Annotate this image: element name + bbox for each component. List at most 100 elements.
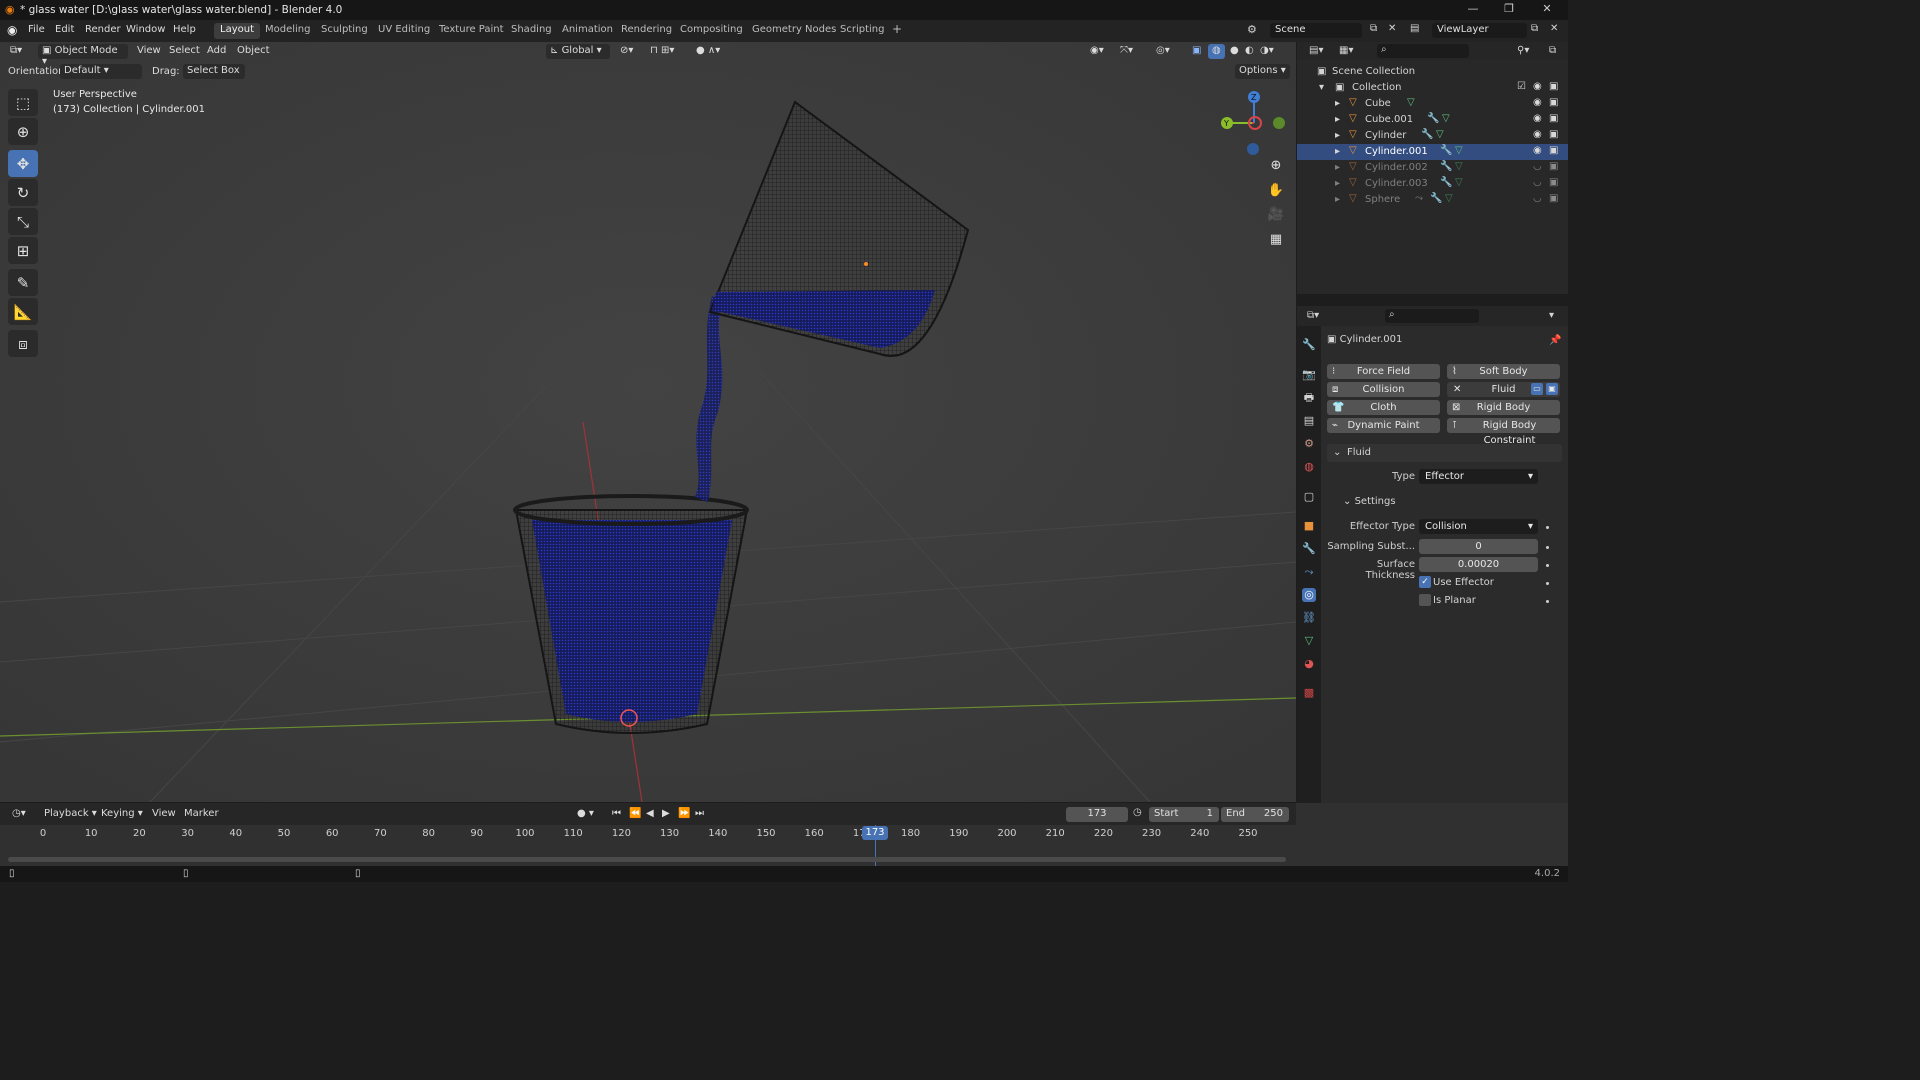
outliner-scene-collection[interactable]: ▣ Scene Collection — [1297, 64, 1568, 80]
dynamic-paint-button[interactable]: ⌁ Dynamic Paint — [1327, 418, 1440, 433]
menu-file[interactable]: File — [28, 24, 45, 35]
data-tab-icon[interactable]: ▽ — [1302, 634, 1316, 648]
add-cube-icon[interactable]: ⧈ — [8, 330, 38, 357]
viewport-toggle-icon[interactable]: ▭ — [1531, 383, 1543, 395]
tab-scripting[interactable]: Scripting — [834, 23, 890, 39]
outliner-collection[interactable]: ▾ ▣ Collection ☑ ◉ ▣ — [1297, 80, 1568, 96]
blender-menu-icon[interactable]: ◉ — [7, 23, 17, 37]
3d-viewport[interactable]: ⧉▾ ▣ Object Mode ▾ View Select Add Objec… — [0, 42, 1296, 802]
view-layer-tab-icon[interactable]: ▤ — [1302, 414, 1316, 428]
pan-hand-icon[interactable]: ✋ — [1266, 183, 1286, 203]
camera-render-icon[interactable]: ▣ — [1549, 81, 1558, 92]
overlay-icon[interactable]: ◎▾ — [1152, 44, 1174, 59]
grid-icon[interactable]: ▦ — [1266, 232, 1286, 252]
search-input[interactable]: ⌕ — [1377, 44, 1469, 58]
scene-icon[interactable]: ⚙ — [1247, 23, 1257, 36]
keyframe-dot-icon[interactable] — [1546, 526, 1549, 529]
scene-field[interactable]: Scene — [1270, 23, 1362, 38]
eye-icon[interactable]: ◉ — [1533, 113, 1542, 124]
eye-icon[interactable]: ◉ — [1533, 97, 1542, 108]
expand-arrow-icon[interactable]: ▸ — [1335, 162, 1340, 173]
measure-icon[interactable]: 📐 — [8, 298, 38, 325]
tab-layout[interactable]: Layout — [214, 23, 260, 39]
xray-icon[interactable]: ▣ — [1188, 44, 1205, 59]
new-collection-icon[interactable]: ⧉ — [1549, 45, 1556, 56]
tab-sculpting[interactable]: Sculpting — [315, 23, 374, 39]
options-button[interactable]: Options ▾ — [1235, 64, 1290, 79]
force-field-button[interactable]: ⁝ Force Field — [1327, 364, 1440, 379]
scene-tab-icon[interactable]: ⚙ — [1302, 437, 1316, 451]
add-workspace-button[interactable]: + — [886, 21, 908, 37]
object-tab-icon[interactable]: ■ — [1302, 519, 1316, 533]
eye-icon[interactable]: ◉ — [1533, 81, 1542, 92]
tab-animation[interactable]: Animation — [556, 23, 619, 39]
view-layer-icon[interactable]: ▤ — [1410, 23, 1419, 34]
editor-type-icon[interactable]: ⧉▾ — [6, 44, 26, 59]
outliner-item[interactable]: ▸ ▽ Cylinder 🔧 ▽ ◉ ▣ — [1297, 128, 1568, 144]
tab-shading[interactable]: Shading — [505, 23, 558, 39]
menu-object[interactable]: Object — [233, 44, 274, 59]
gizmo-icon[interactable]: ⤧▾ — [1116, 44, 1137, 59]
eye-icon[interactable]: ◉ — [1533, 145, 1542, 156]
cursor-icon[interactable]: ⊕ — [8, 118, 38, 145]
keyframe-dot-icon[interactable] — [1546, 600, 1549, 603]
drag-select[interactable]: Select Box — [183, 64, 245, 79]
rigid-body-button[interactable]: ⊠ Rigid Body — [1447, 400, 1560, 415]
menu-view[interactable]: View — [133, 44, 165, 59]
particles-tab-icon[interactable]: ⤳ — [1302, 565, 1316, 579]
tab-geometry-nodes[interactable]: Geometry Nodes — [746, 23, 842, 39]
transform-orientation-select[interactable]: ⊾ Global ▾ — [546, 44, 610, 59]
effector-type-select[interactable]: Collision ▾ — [1419, 519, 1538, 534]
tab-texture-paint[interactable]: Texture Paint — [433, 23, 510, 39]
expand-arrow-icon[interactable]: ▸ — [1335, 194, 1340, 205]
outliner-editor-icon[interactable]: ▤▾ — [1309, 45, 1323, 56]
type-select[interactable]: Effector ▾ — [1419, 469, 1538, 484]
physics-tab-icon[interactable]: ◎ — [1302, 588, 1316, 602]
annotate-icon[interactable]: ✎ — [8, 269, 38, 296]
sampling-field[interactable]: 0 — [1419, 539, 1538, 554]
visibility-icon[interactable]: ◉▾ — [1086, 44, 1108, 59]
restore-button[interactable]: ❐ — [1494, 2, 1524, 15]
pin-icon[interactable]: 📌 — [1549, 335, 1561, 346]
close-icon[interactable]: ✕ — [1550, 23, 1558, 34]
tab-uv-editing[interactable]: UV Editing — [372, 23, 436, 39]
world-tab-icon[interactable]: ◍ — [1302, 460, 1316, 474]
eye-closed-icon[interactable]: ◡ — [1533, 193, 1542, 204]
outliner-item[interactable]: ▸ ▽ Sphere ⤳ 🔧 ▽ ◡ ▣ — [1297, 192, 1568, 208]
camera-render-icon[interactable]: ▣ — [1549, 97, 1558, 108]
settings-panel-header[interactable]: ⌄ Settings — [1343, 496, 1396, 507]
outliner-item-selected[interactable]: ▸ ▽ Cylinder.001 🔧 ▽ ◉ ▣ — [1297, 144, 1568, 160]
rotate-icon[interactable]: ↻ — [8, 179, 38, 206]
frame-ruler[interactable]: 0 10 20 30 40 50 60 70 80 90 100 110 120 130 140 150 160… — [0, 803, 1296, 843]
pivot-icon[interactable]: ⊘▾ — [616, 44, 637, 59]
menu-render[interactable]: Render — [85, 24, 121, 35]
render-toggle-icon[interactable]: ▣ — [1546, 383, 1558, 395]
surface-thickness-field[interactable]: 0.00020 — [1419, 557, 1538, 572]
eye-closed-icon[interactable]: ◡ — [1533, 177, 1542, 188]
collection-tab-icon[interactable]: ▢ — [1302, 490, 1316, 504]
scale-icon[interactable]: ⤡ — [8, 208, 38, 235]
collision-button[interactable]: ⧈ Collision — [1327, 382, 1440, 397]
snap-icon[interactable]: ⊓ ⊞▾ — [646, 44, 678, 59]
transform-icon[interactable]: ⊞ — [8, 237, 38, 264]
new-scene-icon[interactable]: ⧉ — [1370, 23, 1377, 34]
view-layer-field[interactable]: ViewLayer — [1432, 23, 1527, 38]
minimize-button[interactable]: — — [1458, 2, 1488, 15]
menu-help[interactable]: Help — [173, 24, 196, 35]
camera-render-icon[interactable]: ▣ — [1549, 193, 1558, 204]
rendered-shading-icon[interactable]: ◑▾ — [1256, 44, 1278, 59]
remove-icon[interactable]: ✕ — [1453, 382, 1461, 397]
properties-editor-icon[interactable]: ⧉▾ — [1307, 310, 1319, 321]
eye-icon[interactable]: ◉ — [1533, 129, 1542, 140]
keyframe-dot-icon[interactable] — [1546, 582, 1549, 585]
close-icon[interactable]: ✕ — [1388, 23, 1396, 34]
camera-icon[interactable]: 🎥 — [1266, 207, 1286, 227]
expand-arrow-icon[interactable]: ▾ — [1319, 82, 1324, 93]
camera-render-icon[interactable]: ▣ — [1549, 129, 1558, 140]
proportional-edit-icon[interactable]: ● ∧▾ — [692, 44, 724, 59]
expand-arrow-icon[interactable]: ▸ — [1335, 114, 1340, 125]
checkbox-icon[interactable]: ☑ — [1517, 81, 1526, 92]
tool-tab-icon[interactable]: 🔧 — [1302, 338, 1316, 352]
cloth-button[interactable]: 👕 Cloth — [1327, 400, 1440, 415]
playhead-frame[interactable]: 173 — [862, 826, 888, 840]
